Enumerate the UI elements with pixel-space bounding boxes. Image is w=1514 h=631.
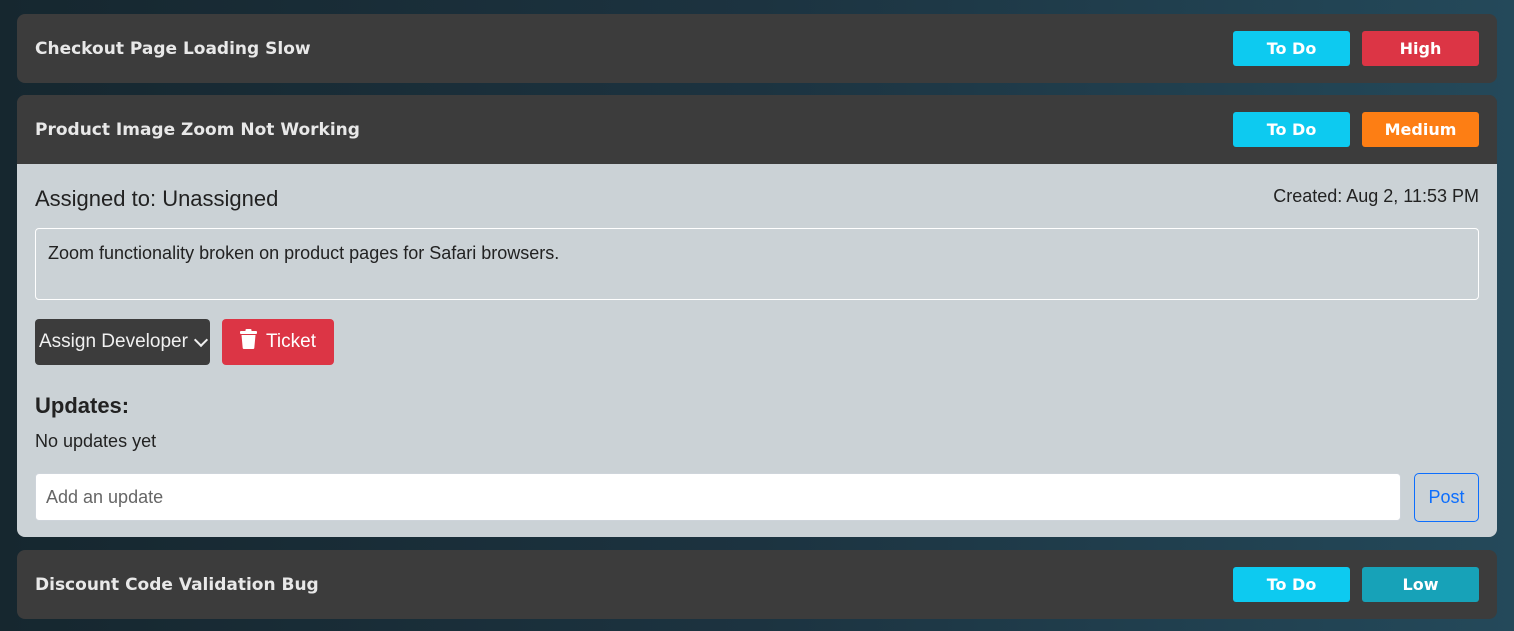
trash-icon: [240, 329, 258, 355]
updates-heading: Updates:: [35, 393, 130, 418]
ticket-card: Checkout Page Loading Slow To Do High: [17, 14, 1497, 83]
ticket-title: Checkout Page Loading Slow: [35, 38, 311, 59]
ticket-card: Product Image Zoom Not Working To Do Med…: [17, 95, 1497, 537]
priority-badge: Low: [1362, 567, 1479, 602]
priority-badge: Medium: [1362, 112, 1479, 147]
ticket-meta: Assigned to: Unassigned Created: Aug 2, …: [35, 164, 1479, 212]
ticket-description: Zoom functionality broken on product pag…: [35, 228, 1479, 300]
assign-developer-label: Assign Developer: [39, 331, 188, 352]
ticket-title: Product Image Zoom Not Working: [35, 119, 360, 140]
add-update-row: Post: [35, 473, 1479, 522]
ticket-card: Discount Code Validation Bug To Do Low: [17, 550, 1497, 619]
no-updates-text: No updates yet: [35, 431, 157, 451]
status-badge: To Do: [1233, 112, 1350, 147]
chevron-down-icon: [193, 332, 208, 347]
assigned-to-label: Assigned to: Unassigned: [35, 186, 279, 211]
status-badge: To Do: [1233, 31, 1350, 66]
ticket-details: Assigned to: Unassigned Created: Aug 2, …: [17, 164, 1497, 537]
status-badge: To Do: [1233, 567, 1350, 602]
assign-developer-dropdown[interactable]: Assign Developer: [35, 319, 210, 365]
ticket-badges: To Do High: [1233, 31, 1479, 66]
created-timestamp: Created: Aug 2, 11:53 PM: [1273, 186, 1479, 206]
update-input[interactable]: [35, 473, 1401, 521]
ticket-title: Discount Code Validation Bug: [35, 574, 319, 595]
ticket-header[interactable]: Product Image Zoom Not Working To Do Med…: [17, 95, 1497, 164]
ticket-header[interactable]: Discount Code Validation Bug To Do Low: [17, 550, 1497, 619]
priority-badge: High: [1362, 31, 1479, 66]
ticket-actions: Assign Developer Ticket: [35, 319, 1479, 365]
ticket-header[interactable]: Checkout Page Loading Slow To Do High: [17, 14, 1497, 83]
ticket-badges: To Do Low: [1233, 567, 1479, 602]
ticket-badges: To Do Medium: [1233, 112, 1479, 147]
post-button[interactable]: Post: [1414, 473, 1479, 522]
delete-ticket-button[interactable]: Ticket: [222, 319, 334, 365]
delete-ticket-label: Ticket: [266, 331, 316, 352]
